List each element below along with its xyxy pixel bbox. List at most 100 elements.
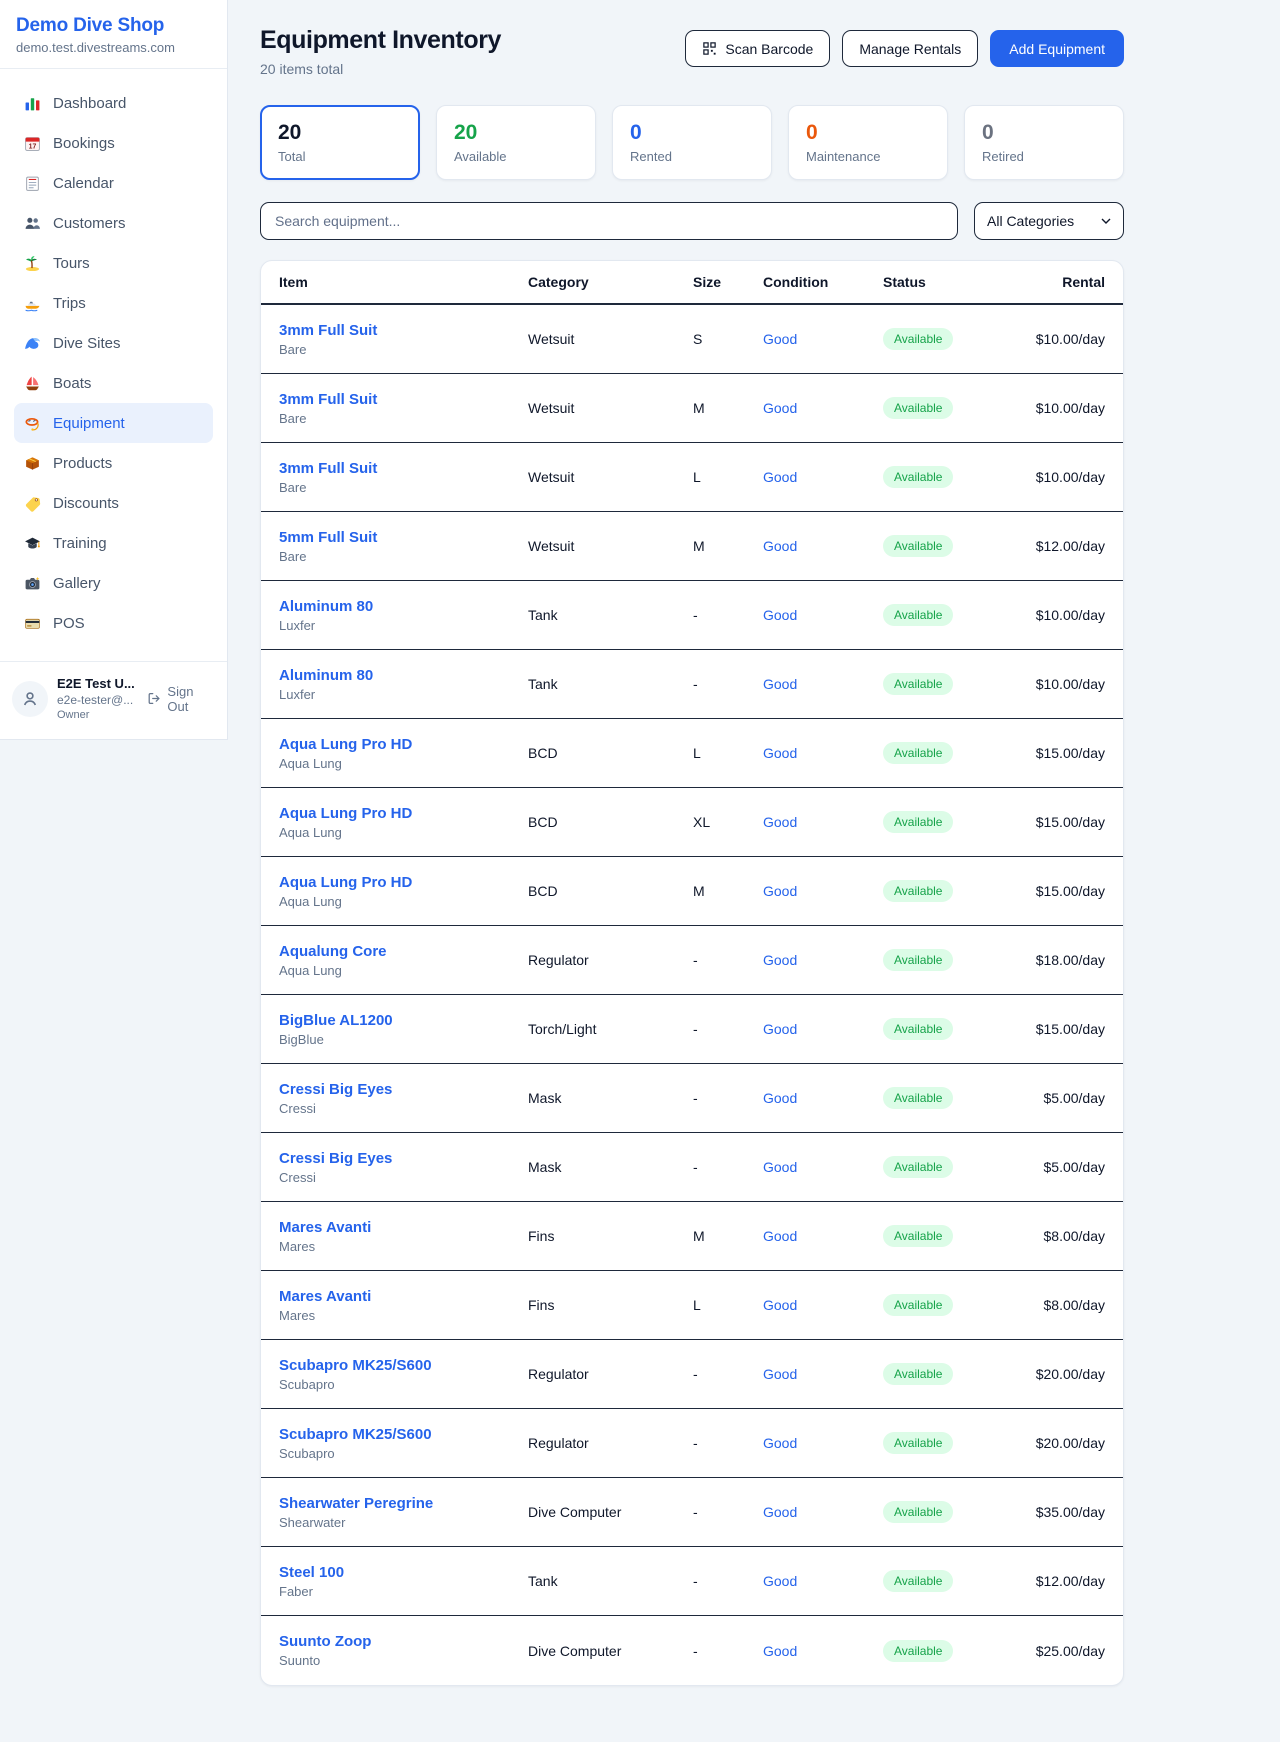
status-badge: Available (883, 466, 953, 488)
item-condition[interactable]: Good (763, 1297, 883, 1313)
item-condition[interactable]: Good (763, 331, 883, 347)
sidebar-item-training[interactable]: Training (14, 523, 213, 563)
sign-out-button[interactable]: Sign Out (147, 684, 215, 714)
item-condition[interactable]: Good (763, 1504, 883, 1520)
item-size: - (693, 1366, 763, 1382)
item-name-link[interactable]: Suunto Zoop (279, 1633, 528, 1650)
brand-domain: demo.test.divestreams.com (16, 40, 211, 55)
sidebar-item-equipment[interactable]: Equipment (14, 403, 213, 443)
status-badge: Available (883, 328, 953, 350)
col-rental: Rental (1003, 274, 1105, 290)
item-condition[interactable]: Good (763, 1573, 883, 1589)
status-badge: Available (883, 1640, 953, 1662)
stat-card-total[interactable]: 20 Total (260, 105, 420, 180)
sidebar: Demo Dive Shop demo.test.divestreams.com… (0, 0, 228, 740)
item-brand: Scubapro (279, 1377, 528, 1392)
item-brand: Aqua Lung (279, 894, 528, 909)
sidebar-item-trips[interactable]: Trips (14, 283, 213, 323)
sidebar-item-gallery[interactable]: Gallery (14, 563, 213, 603)
item-condition[interactable]: Good (763, 1228, 883, 1244)
item-category: Wetsuit (528, 331, 693, 347)
item-rental: $10.00/day (1003, 331, 1105, 347)
scan-barcode-button[interactable]: Scan Barcode (685, 30, 830, 67)
stat-card-available[interactable]: 20 Available (436, 105, 596, 180)
item-condition[interactable]: Good (763, 1021, 883, 1037)
add-equipment-button[interactable]: Add Equipment (990, 30, 1124, 67)
item-name-link[interactable]: Cressi Big Eyes (279, 1081, 528, 1098)
col-category: Category (528, 274, 693, 290)
item-category: Tank (528, 676, 693, 692)
sidebar-item-bookings[interactable]: 17 Bookings (14, 123, 213, 163)
item-category: BCD (528, 745, 693, 761)
item-condition[interactable]: Good (763, 1090, 883, 1106)
status-badge: Available (883, 1501, 953, 1523)
item-name-link[interactable]: Mares Avanti (279, 1219, 528, 1236)
item-name-link[interactable]: Aqua Lung Pro HD (279, 874, 528, 891)
sidebar-item-dive-sites[interactable]: Dive Sites (14, 323, 213, 363)
item-name-link[interactable]: 3mm Full Suit (279, 460, 528, 477)
manage-rentals-button[interactable]: Manage Rentals (842, 30, 978, 67)
item-condition[interactable]: Good (763, 607, 883, 623)
item-name-link[interactable]: Mares Avanti (279, 1288, 528, 1305)
sidebar-item-dashboard[interactable]: Dashboard (14, 83, 213, 123)
item-rental: $5.00/day (1003, 1090, 1105, 1106)
table-row: Aqua Lung Pro HD Aqua Lung BCD L Good Av… (261, 719, 1123, 788)
item-size: - (693, 1090, 763, 1106)
item-condition[interactable]: Good (763, 400, 883, 416)
item-name-link[interactable]: BigBlue AL1200 (279, 1012, 528, 1029)
stat-card-maintenance[interactable]: 0 Maintenance (788, 105, 948, 180)
item-condition[interactable]: Good (763, 1643, 883, 1659)
item-name-link[interactable]: Aqua Lung Pro HD (279, 805, 528, 822)
item-brand: Luxfer (279, 687, 528, 702)
item-name-link[interactable]: Cressi Big Eyes (279, 1150, 528, 1167)
item-condition[interactable]: Good (763, 538, 883, 554)
sidebar-item-discounts[interactable]: Discounts (14, 483, 213, 523)
sidebar-item-customers[interactable]: Customers (14, 203, 213, 243)
item-name-link[interactable]: 3mm Full Suit (279, 391, 528, 408)
sidebar-item-pos[interactable]: POS (14, 603, 213, 643)
item-name-link[interactable]: Steel 100 (279, 1564, 528, 1581)
item-condition[interactable]: Good (763, 1366, 883, 1382)
item-name-link[interactable]: 3mm Full Suit (279, 322, 528, 339)
search-input[interactable] (260, 202, 958, 240)
boats-icon (24, 375, 41, 392)
item-brand: Mares (279, 1239, 528, 1254)
item-condition[interactable]: Good (763, 469, 883, 485)
item-brand: Bare (279, 411, 528, 426)
stat-card-retired[interactable]: 0 Retired (964, 105, 1124, 180)
table-row: Mares Avanti Mares Fins L Good Available… (261, 1271, 1123, 1340)
sidebar-item-calendar[interactable]: Calendar (14, 163, 213, 203)
item-condition[interactable]: Good (763, 745, 883, 761)
sidebar-item-tours[interactable]: Tours (14, 243, 213, 283)
item-condition[interactable]: Good (763, 952, 883, 968)
item-category: Wetsuit (528, 400, 693, 416)
item-size: - (693, 1021, 763, 1037)
item-name-link[interactable]: Shearwater Peregrine (279, 1495, 528, 1512)
sidebar-item-products[interactable]: Products (14, 443, 213, 483)
equipment-table: Item Category Size Condition Status Rent… (260, 260, 1124, 1686)
item-brand: Scubapro (279, 1446, 528, 1461)
item-name-link[interactable]: Aluminum 80 (279, 598, 528, 615)
item-condition[interactable]: Good (763, 883, 883, 899)
table-row: Aluminum 80 Luxfer Tank - Good Available… (261, 581, 1123, 650)
item-condition[interactable]: Good (763, 1159, 883, 1175)
status-badge: Available (883, 1294, 953, 1316)
item-size: - (693, 1573, 763, 1589)
category-select[interactable]: All Categories (974, 202, 1124, 240)
status-badge: Available (883, 535, 953, 557)
item-condition[interactable]: Good (763, 1435, 883, 1451)
item-name-link[interactable]: Aqualung Core (279, 943, 528, 960)
item-brand: Cressi (279, 1101, 528, 1116)
item-name-link[interactable]: Scubapro MK25/S600 (279, 1357, 528, 1374)
table-row: Scubapro MK25/S600 Scubapro Regulator - … (261, 1340, 1123, 1409)
item-name-link[interactable]: Scubapro MK25/S600 (279, 1426, 528, 1443)
item-condition[interactable]: Good (763, 814, 883, 830)
item-name-link[interactable]: Aluminum 80 (279, 667, 528, 684)
item-condition[interactable]: Good (763, 676, 883, 692)
item-name-link[interactable]: Aqua Lung Pro HD (279, 736, 528, 753)
item-name-link[interactable]: 5mm Full Suit (279, 529, 528, 546)
stat-card-rented[interactable]: 0 Rented (612, 105, 772, 180)
sidebar-item-boats[interactable]: Boats (14, 363, 213, 403)
item-category: Wetsuit (528, 469, 693, 485)
item-size: M (693, 400, 763, 416)
